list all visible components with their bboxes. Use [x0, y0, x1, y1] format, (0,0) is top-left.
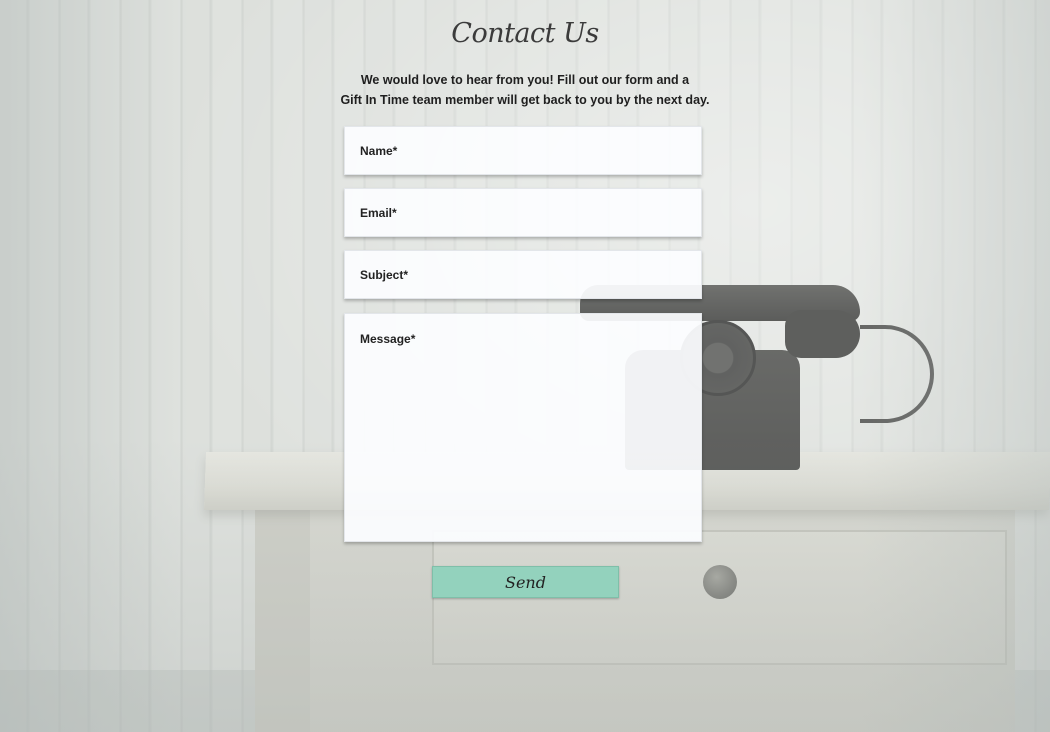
- page-title: Contact Us: [451, 18, 599, 49]
- intro-text: We would love to hear from you! Fill out…: [325, 70, 725, 110]
- intro-line-1: We would love to hear from you! Fill out…: [360, 73, 690, 87]
- intro-line-2: Gift In Time team member will get back t…: [340, 93, 710, 107]
- message-field[interactable]: [344, 313, 702, 542]
- email-field[interactable]: [344, 188, 702, 237]
- contact-section: Contact Us We would love to hear from yo…: [0, 0, 1050, 732]
- send-button[interactable]: Send: [432, 566, 619, 598]
- name-field[interactable]: [344, 126, 702, 175]
- subject-field[interactable]: [344, 250, 702, 299]
